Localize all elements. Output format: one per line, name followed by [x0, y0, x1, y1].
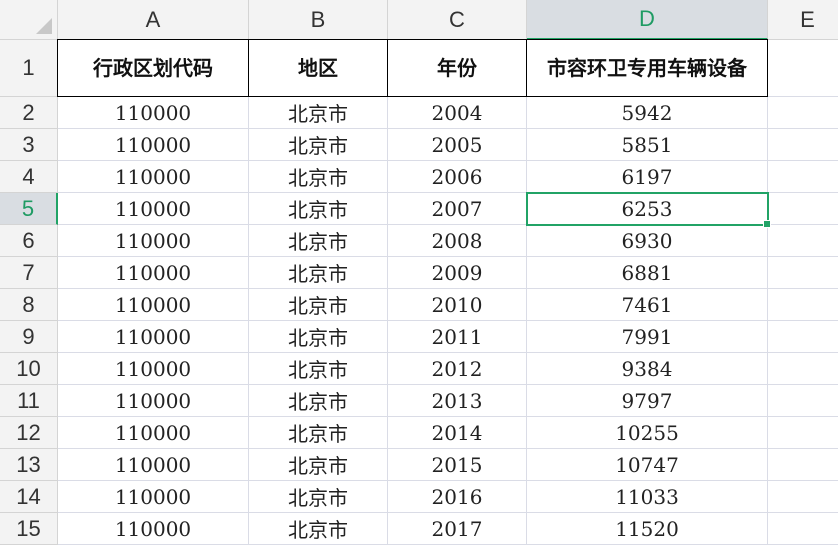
- cell-a8[interactable]: 110000: [58, 289, 249, 321]
- cell-a6[interactable]: 110000: [58, 225, 249, 257]
- header-cell-c1[interactable]: 年份: [387, 39, 527, 97]
- cell-a3[interactable]: 110000: [58, 129, 249, 161]
- cell-b2[interactable]: 北京市: [249, 97, 388, 129]
- cell-e7[interactable]: [768, 257, 838, 289]
- cell-c9[interactable]: 2011: [388, 321, 527, 353]
- cell-c14[interactable]: 2016: [388, 481, 527, 513]
- column-header-d[interactable]: D: [527, 0, 768, 40]
- cell-c13[interactable]: 2015: [388, 449, 527, 481]
- cell-d4[interactable]: 6197: [527, 161, 768, 193]
- cell-b11[interactable]: 北京市: [249, 385, 388, 417]
- select-all-icon: [36, 18, 52, 34]
- cell-e11[interactable]: [768, 385, 838, 417]
- row-header-1[interactable]: 1: [0, 40, 58, 97]
- column-header-e[interactable]: E: [768, 0, 838, 40]
- cell-e8[interactable]: [768, 289, 838, 321]
- cell-a13[interactable]: 110000: [58, 449, 249, 481]
- cell-a10[interactable]: 110000: [58, 353, 249, 385]
- row-header-7[interactable]: 7: [0, 257, 58, 289]
- row-header-6[interactable]: 6: [0, 225, 58, 257]
- cell-b5[interactable]: 北京市: [249, 193, 388, 225]
- cell-b9[interactable]: 北京市: [249, 321, 388, 353]
- cell-c15[interactable]: 2017: [388, 513, 527, 545]
- row-header-13[interactable]: 13: [0, 449, 58, 481]
- row-header-2[interactable]: 2: [0, 97, 58, 129]
- cell-d11[interactable]: 9797: [527, 385, 768, 417]
- cell-b13[interactable]: 北京市: [249, 449, 388, 481]
- cell-b4[interactable]: 北京市: [249, 161, 388, 193]
- cell-c4[interactable]: 2006: [388, 161, 527, 193]
- header-cell-e1[interactable]: [768, 40, 838, 97]
- cell-e6[interactable]: [768, 225, 838, 257]
- cell-e3[interactable]: [768, 129, 838, 161]
- cell-a5[interactable]: 110000: [58, 193, 249, 225]
- select-all-corner[interactable]: [0, 0, 58, 40]
- row-header-8[interactable]: 8: [0, 289, 58, 321]
- cell-d2[interactable]: 5942: [527, 97, 768, 129]
- cell-d3[interactable]: 5851: [527, 129, 768, 161]
- cell-d8[interactable]: 7461: [527, 289, 768, 321]
- cell-c7[interactable]: 2009: [388, 257, 527, 289]
- cell-b15[interactable]: 北京市: [249, 513, 388, 545]
- row-header-14[interactable]: 14: [0, 481, 58, 513]
- cell-c8[interactable]: 2010: [388, 289, 527, 321]
- cell-d15[interactable]: 11520: [527, 513, 768, 545]
- cell-a15[interactable]: 110000: [58, 513, 249, 545]
- spreadsheet-grid: ABCDE 1 2 3 4 5 6 7 8 9 10 11 12 13 14 15 行政区划代码 地区 年份 市容…: [0, 0, 838, 549]
- cell-e15[interactable]: [768, 513, 838, 545]
- cell-d7[interactable]: 6881: [527, 257, 768, 289]
- header-cell-d1[interactable]: 市容环卫专用车辆设备: [526, 39, 768, 97]
- cell-e9[interactable]: [768, 321, 838, 353]
- column-header-b[interactable]: B: [249, 0, 388, 40]
- cell-b12[interactable]: 北京市: [249, 417, 388, 449]
- cell-e4[interactable]: [768, 161, 838, 193]
- cell-d13[interactable]: 10747: [527, 449, 768, 481]
- cell-b7[interactable]: 北京市: [249, 257, 388, 289]
- cell-e2[interactable]: [768, 97, 838, 129]
- cell-c3[interactable]: 2005: [388, 129, 527, 161]
- cell-e10[interactable]: [768, 353, 838, 385]
- row-header-5[interactable]: 5: [0, 193, 58, 225]
- cell-a2[interactable]: 110000: [58, 97, 249, 129]
- column-header-c[interactable]: C: [388, 0, 527, 40]
- row-header-15[interactable]: 15: [0, 513, 58, 545]
- cell-e13[interactable]: [768, 449, 838, 481]
- cell-a12[interactable]: 110000: [58, 417, 249, 449]
- header-cell-a1[interactable]: 行政区划代码: [57, 39, 249, 97]
- cell-e12[interactable]: [768, 417, 838, 449]
- row-header-11[interactable]: 11: [0, 385, 58, 417]
- cell-a9[interactable]: 110000: [58, 321, 249, 353]
- cell-c10[interactable]: 2012: [388, 353, 527, 385]
- cell-b14[interactable]: 北京市: [249, 481, 388, 513]
- cell-a14[interactable]: 110000: [58, 481, 249, 513]
- cell-c11[interactable]: 2013: [388, 385, 527, 417]
- cell-d9[interactable]: 7991: [527, 321, 768, 353]
- cell-c5[interactable]: 2007: [388, 193, 527, 225]
- row-header-12[interactable]: 12: [0, 417, 58, 449]
- cell-b10[interactable]: 北京市: [249, 353, 388, 385]
- row-header-9[interactable]: 9: [0, 321, 58, 353]
- cell-a7[interactable]: 110000: [58, 257, 249, 289]
- row-header-3[interactable]: 3: [0, 129, 58, 161]
- cell-b3[interactable]: 北京市: [249, 129, 388, 161]
- cell-b6[interactable]: 北京市: [249, 225, 388, 257]
- column-header-a[interactable]: A: [58, 0, 249, 40]
- row-header-10[interactable]: 10: [0, 353, 58, 385]
- cell-e14[interactable]: [768, 481, 838, 513]
- row-header-4[interactable]: 4: [0, 161, 58, 193]
- cell-d10[interactable]: 9384: [527, 353, 768, 385]
- cell-a11[interactable]: 110000: [58, 385, 249, 417]
- cell-e5[interactable]: [768, 193, 838, 225]
- cell-d12[interactable]: 10255: [527, 417, 768, 449]
- header-cell-b1[interactable]: 地区: [248, 39, 388, 97]
- cell-c6[interactable]: 2008: [388, 225, 527, 257]
- cell-d5[interactable]: 6253: [527, 193, 768, 225]
- cell-a4[interactable]: 110000: [58, 161, 249, 193]
- cell-c12[interactable]: 2014: [388, 417, 527, 449]
- cell-d6[interactable]: 6930: [527, 225, 768, 257]
- cell-c2[interactable]: 2004: [388, 97, 527, 129]
- cell-d14[interactable]: 11033: [527, 481, 768, 513]
- cell-b8[interactable]: 北京市: [249, 289, 388, 321]
